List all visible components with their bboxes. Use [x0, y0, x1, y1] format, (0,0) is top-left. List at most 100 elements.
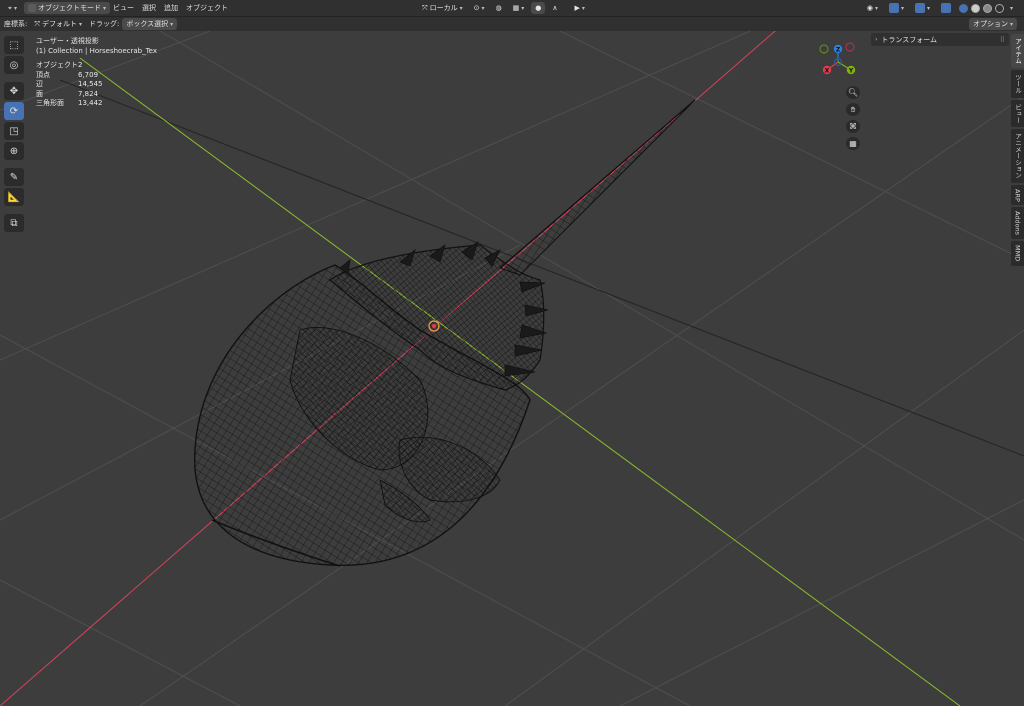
select-box-icon: ⬚	[9, 39, 19, 51]
neg-x-axis-dot[interactable]	[845, 42, 855, 52]
3d-viewport-icon: ⌖	[8, 3, 12, 12]
falloff-icon: ∧	[552, 4, 558, 12]
drag-value: ボックス選択	[126, 20, 169, 28]
menu-select[interactable]: 選択	[142, 3, 156, 13]
tab-addons[interactable]: Addons	[1011, 207, 1024, 240]
drag-label: ドラッグ:	[88, 20, 120, 28]
gizmo-icon	[888, 3, 899, 13]
gizmo-toggle[interactable]: ▾	[885, 2, 908, 14]
chevron-down-icon: ▾	[102, 4, 106, 12]
snap-grid-icon: ▦	[512, 4, 520, 12]
drag-handle-icon[interactable]: ⠿	[1000, 36, 1005, 44]
editor-type-button[interactable]: ⌖ ▾	[4, 2, 21, 14]
y-axis-label: Y	[848, 68, 854, 75]
mode-dropdown[interactable]: オブジェクトモード ▾	[23, 2, 110, 14]
stat-row: 辺 14,545	[36, 80, 103, 88]
tail-edge	[499, 99, 696, 269]
camera-view-button[interactable]: ⌘	[846, 120, 860, 133]
orientation-icon: ⤧	[422, 3, 428, 12]
chevron-down-icon: ▾	[170, 20, 174, 28]
ruler-icon: 📐	[7, 191, 21, 203]
pivot-point-dropdown[interactable]: ⊙ ▾	[470, 2, 489, 14]
annotate-tool[interactable]: ✎	[4, 168, 24, 186]
tool-shelf: ⬚ ◎ ✥ ⟳ ◳ ⊕ ✎ 📐 ⧉	[4, 36, 26, 232]
collection-name: (1) Collection | Horseshoecrab_Tex	[36, 47, 157, 55]
menu-view[interactable]: ビュー	[113, 3, 134, 13]
shading-solid[interactable]	[970, 2, 981, 14]
tab-mmd[interactable]: MMD	[1011, 241, 1024, 266]
select-box-tool[interactable]: ⬚	[4, 36, 24, 54]
add-cube-tool[interactable]: ⧉	[4, 214, 24, 232]
mode-label: オブジェクトモード	[37, 4, 101, 12]
zoom-button[interactable]: 🔍︎	[846, 86, 860, 99]
pivot-icon: ⊙	[473, 4, 480, 12]
z-axis-label: Z	[836, 47, 841, 54]
wireframe-shading-icon	[958, 3, 968, 13]
shading-wireframe[interactable]	[958, 2, 969, 14]
falloff-dropdown[interactable]: ∧	[548, 2, 561, 14]
scale-tool[interactable]: ◳	[4, 122, 24, 140]
playback-button[interactable]: ▶ ▾	[571, 2, 589, 14]
eye-icon: ◉	[866, 4, 873, 12]
orientation-icon: ⤧	[34, 19, 40, 28]
xray-toggle[interactable]	[937, 2, 955, 14]
transform-tool[interactable]: ⊕	[4, 142, 24, 160]
options-dropdown[interactable]: オプション ▾	[968, 18, 1017, 30]
chevron-down-icon: ▾	[1009, 20, 1013, 28]
scene-statistics: オブジェクト 2 頂点 6,709 辺 14,545 面 7,824 三角形面 13,44…	[36, 61, 103, 109]
play-icon: ▶	[574, 4, 580, 12]
snap-target-dropdown[interactable]: ▦ ▾	[509, 2, 529, 14]
navigation-gizmo[interactable]: Z X Y	[816, 40, 864, 78]
snap-toggle[interactable]: ◍	[492, 2, 506, 14]
hand-icon: ✋︎	[850, 104, 856, 114]
shading-rendered[interactable]	[994, 2, 1005, 14]
grid-icon: ▦	[849, 139, 857, 148]
move-icon: ✥	[9, 85, 19, 97]
visibility-dropdown[interactable]: ◉ ▾	[863, 2, 882, 14]
tab-arp[interactable]: ARP	[1011, 184, 1024, 206]
header-bar: ⌖ ▾ オブジェクトモード ▾ ビュー 選択 追加 オブジェクト ⤧ ローカル ▾…	[0, 0, 1024, 17]
chevron-right-icon: ›	[875, 36, 878, 43]
rendered-shading-icon	[994, 3, 1004, 13]
cursor-tool[interactable]: ◎	[4, 56, 24, 74]
tab-item[interactable]: アイテム	[1011, 34, 1024, 68]
viewport-info: ユーザー・透視投影 (1) Collection | Horseshoecrab…	[36, 36, 157, 56]
shading-options[interactable]: ▾	[1006, 2, 1017, 14]
transform-orientation-dropdown[interactable]: ⤧ ローカル ▾	[418, 2, 467, 14]
transform-panel-title: トランスフォーム	[881, 35, 938, 44]
cursor-icon: ◎	[9, 59, 19, 71]
neg-y-axis-dot[interactable]	[819, 44, 829, 54]
transform-panel-header[interactable]: › トランスフォーム ⠿	[871, 33, 1009, 46]
menu-add[interactable]: 追加	[164, 3, 178, 13]
drag-action-dropdown[interactable]: ボックス選択 ▾	[122, 18, 178, 30]
3d-viewport[interactable]	[0, 31, 1024, 706]
tool-settings-bar: 座標系: ⤧ デフォルト ▾ ドラッグ: ボックス選択 ▾ オプション ▾	[0, 17, 1024, 31]
transform-icon: ⊕	[9, 145, 19, 157]
proportional-edit-toggle[interactable]: ●	[531, 2, 546, 14]
tab-view[interactable]: ビュー	[1011, 99, 1024, 127]
tab-animation[interactable]: アニメーション	[1011, 129, 1024, 183]
shading-material[interactable]	[982, 2, 993, 14]
overlay-toggle[interactable]: ▾	[911, 2, 934, 14]
rotate-tool[interactable]: ⟳	[4, 102, 24, 120]
stat-row: 頂点 6,709	[36, 70, 99, 79]
horseshoe-crab-mesh[interactable]	[194, 99, 696, 567]
camera-icon: ⌘	[849, 122, 857, 131]
tab-tool[interactable]: ツール	[1011, 70, 1024, 98]
viewport-canvas	[0, 31, 1024, 706]
move-tool[interactable]: ✥	[4, 82, 24, 100]
perspective-toggle-button[interactable]: ▦	[846, 137, 860, 150]
coord-system-dropdown[interactable]: ⤧ デフォルト ▾	[30, 18, 86, 30]
solid-shading-icon	[970, 3, 980, 13]
sidebar-tabs: アイテム ツール ビュー アニメーション ARP Addons MMD	[1011, 34, 1024, 266]
pan-button[interactable]: ✋︎	[846, 103, 860, 116]
viewport-nav-buttons: 🔍︎ ✋︎ ⌘ ▦	[846, 86, 860, 150]
pencil-icon: ✎	[9, 171, 19, 183]
scale-icon: ◳	[9, 125, 19, 137]
stat-row: 三角形面 13,442	[36, 99, 103, 107]
chevron-down-icon: ▾	[459, 4, 463, 12]
coord-value: デフォルト	[41, 20, 77, 28]
menu-object[interactable]: オブジェクト	[186, 3, 228, 13]
measure-tool[interactable]: 📐	[4, 188, 24, 206]
magnet-icon: ◍	[495, 4, 502, 12]
